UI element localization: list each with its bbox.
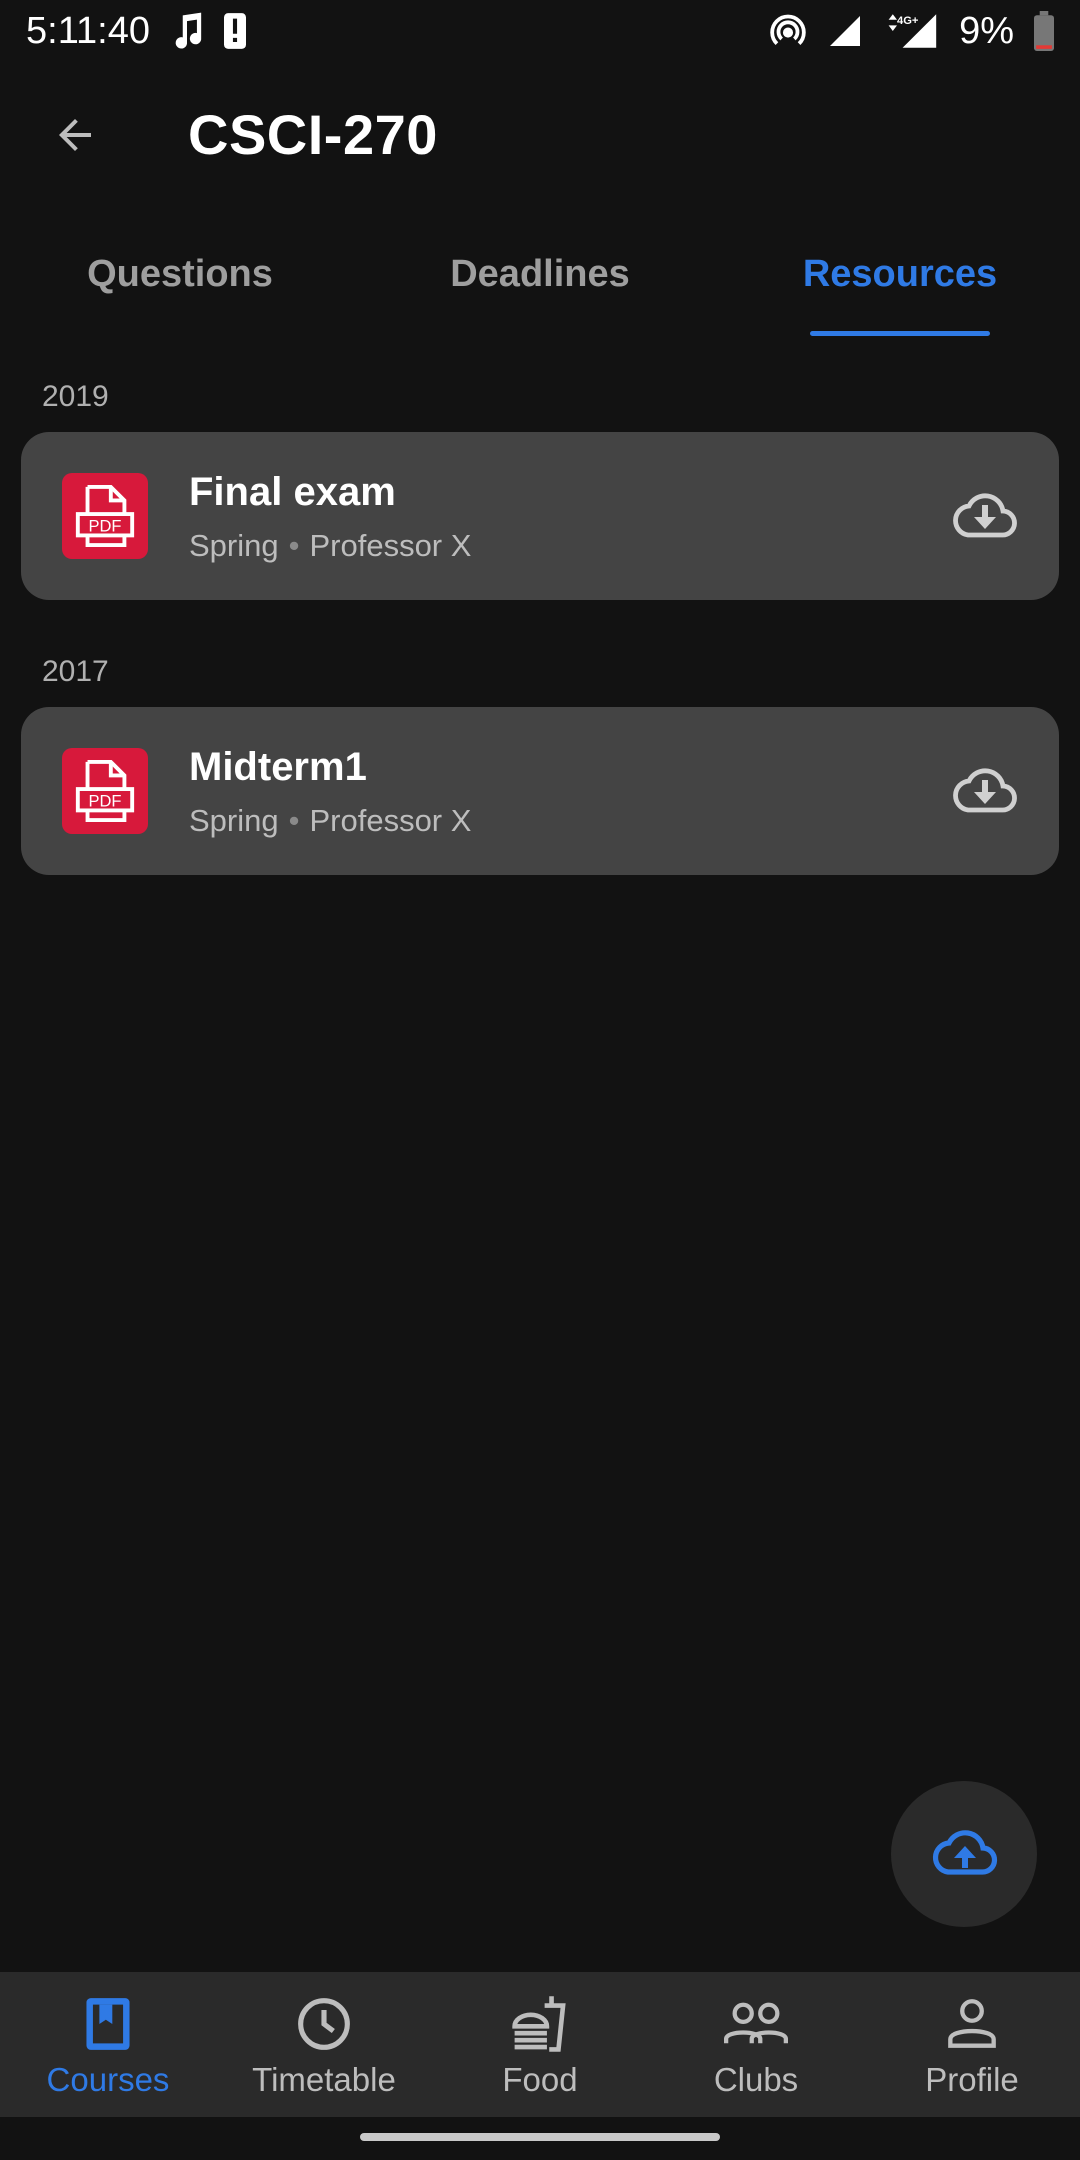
nav-courses[interactable]: Courses	[0, 1972, 216, 2117]
page-title: CSCI-270	[188, 103, 438, 166]
status-time: 5:11:40	[26, 9, 150, 52]
status-bar: 5:11:40 4G+ 9%	[0, 0, 1080, 62]
pdf-file-icon: PDF	[62, 473, 148, 559]
app-bar: CSCI-270	[0, 62, 1080, 212]
resource-card[interactable]: PDF Final exam Spring • Professor X	[21, 432, 1059, 600]
alert-icon	[223, 13, 246, 49]
resource-subtitle: Spring • Professor X	[189, 803, 471, 839]
person-icon	[947, 1991, 997, 2057]
cloud-upload-icon	[930, 1826, 998, 1883]
file-type-label: PDF	[89, 793, 122, 811]
tab-questions[interactable]: Questions	[0, 212, 360, 336]
cloud-download-icon	[950, 764, 1018, 821]
nav-label: Food	[502, 2060, 578, 2098]
nav-label: Clubs	[713, 2060, 799, 2098]
tab-label: Deadlines	[450, 252, 630, 295]
resource-term: Spring	[189, 528, 279, 563]
file-type-label: PDF	[89, 518, 122, 536]
resource-professor: Professor X	[309, 528, 472, 563]
resource-term: Spring	[189, 803, 279, 838]
nav-label: Timetable	[252, 2060, 396, 2098]
network-type-label: 4G+	[897, 15, 919, 27]
nav-label: Courses	[46, 2060, 170, 2098]
signal-icon	[827, 13, 863, 49]
music-note-icon	[170, 11, 204, 51]
download-button[interactable]	[947, 480, 1021, 554]
fastfood-icon	[510, 1991, 570, 2057]
tab-label: Questions	[87, 252, 273, 295]
nav-profile[interactable]: Profile	[864, 1972, 1080, 2117]
resource-professor: Professor X	[309, 803, 472, 838]
separator-dot: •	[288, 803, 300, 838]
screen: 5:11:40 4G+ 9% CSCI-270 Questions Deadli…	[0, 0, 1080, 2160]
download-button[interactable]	[947, 755, 1021, 829]
resource-title: Midterm1	[189, 745, 367, 789]
group-icon	[724, 1991, 788, 2057]
nav-timetable[interactable]: Timetable	[216, 1972, 432, 2117]
upload-fab[interactable]	[891, 1781, 1037, 1927]
nav-clubs[interactable]: Clubs	[648, 1972, 864, 2117]
book-icon	[83, 1991, 133, 2057]
section-year-label: 2017	[42, 655, 109, 688]
signal-4g-icon: 4G+	[883, 11, 939, 51]
cloud-download-icon	[950, 489, 1018, 546]
pdf-file-icon: PDF	[62, 748, 148, 834]
arrow-back-icon	[51, 111, 99, 164]
tab-deadlines[interactable]: Deadlines	[360, 212, 720, 336]
section-year-label: 2019	[42, 380, 109, 413]
nav-food[interactable]: Food	[432, 1972, 648, 2117]
battery-percent: 9%	[959, 9, 1014, 52]
tab-bar: Questions Deadlines Resources	[0, 212, 1080, 336]
clock-icon	[296, 1991, 352, 2057]
gesture-handle[interactable]	[360, 2133, 720, 2141]
resource-card[interactable]: PDF Midterm1 Spring • Professor X	[21, 707, 1059, 875]
tab-label: Resources	[802, 252, 998, 295]
bottom-navigation: Courses Timetable Food Clubs Profile	[0, 1972, 1080, 2117]
nav-label: Profile	[925, 2060, 1019, 2098]
tab-indicator	[810, 331, 990, 336]
separator-dot: •	[288, 528, 300, 563]
battery-icon	[1034, 11, 1054, 51]
back-button[interactable]	[40, 102, 110, 172]
tab-resources[interactable]: Resources	[720, 212, 1080, 336]
resource-subtitle: Spring • Professor X	[189, 528, 471, 564]
resource-title: Final exam	[189, 470, 396, 514]
hotspot-icon	[769, 12, 807, 50]
